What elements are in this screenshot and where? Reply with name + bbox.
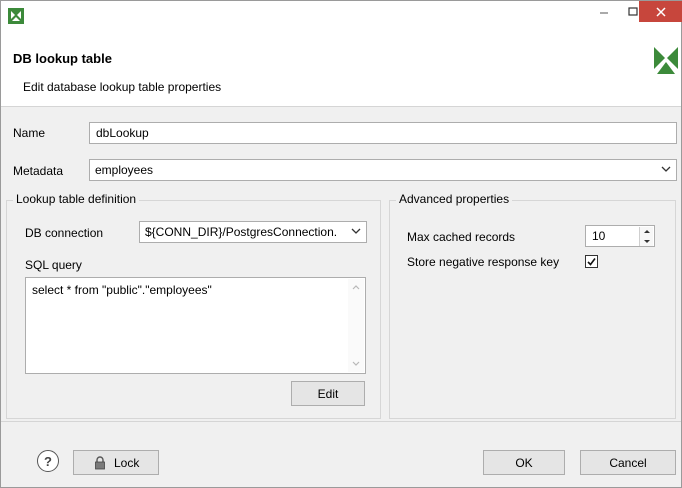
lock-icon bbox=[95, 455, 105, 469]
spinner-arrows[interactable] bbox=[639, 227, 653, 246]
sql-query-textarea[interactable]: select * from "public"."employees" bbox=[25, 277, 366, 374]
advanced-group-title: Advanced properties bbox=[396, 192, 513, 206]
dialog-window: DB lookup table Edit database lookup tab… bbox=[0, 0, 682, 488]
ok-button[interactable]: OK bbox=[483, 450, 565, 475]
help-button[interactable]: ? bbox=[37, 450, 59, 472]
dialog-title: DB lookup table bbox=[13, 51, 112, 66]
sql-query-text: select * from "public"."employees" bbox=[32, 283, 212, 297]
sql-query-label: SQL query bbox=[25, 258, 82, 272]
name-field[interactable]: dbLookup bbox=[89, 122, 677, 144]
db-connection-select[interactable]: ${CONN_DIR}/PostgresConnection. bbox=[139, 221, 367, 243]
db-connection-value: ${CONN_DIR}/PostgresConnection. bbox=[145, 225, 338, 239]
name-label: Name bbox=[13, 126, 46, 140]
edit-button[interactable]: Edit bbox=[291, 381, 365, 406]
spinner-up-icon bbox=[644, 230, 650, 233]
spinner-down-icon bbox=[644, 240, 650, 243]
lock-label: Lock bbox=[114, 455, 140, 470]
cancel-button[interactable]: Cancel bbox=[580, 450, 676, 475]
store-negative-response-key-checkbox[interactable] bbox=[585, 255, 598, 268]
dialog-header: DB lookup table Edit database lookup tab… bbox=[1, 31, 681, 107]
metadata-select[interactable]: employees bbox=[89, 159, 677, 181]
help-icon: ? bbox=[44, 453, 52, 469]
checkmark-icon bbox=[587, 258, 596, 266]
lookup-group-title: Lookup table definition bbox=[13, 192, 140, 206]
footer-separator bbox=[1, 421, 681, 422]
minimize-button[interactable] bbox=[589, 1, 619, 23]
sql-query-scrollbar[interactable] bbox=[348, 279, 364, 372]
scroll-down-icon bbox=[352, 361, 360, 366]
db-connection-label: DB connection bbox=[25, 226, 104, 240]
scroll-up-icon bbox=[352, 285, 360, 290]
max-cached-records-value: 10 bbox=[592, 229, 606, 243]
cloverdx-logo-icon bbox=[654, 47, 678, 74]
metadata-label: Metadata bbox=[13, 164, 64, 178]
title-bar[interactable] bbox=[1, 1, 682, 31]
max-cached-records-spinner[interactable]: 10 bbox=[585, 225, 655, 247]
lock-button[interactable]: Lock bbox=[73, 450, 159, 475]
max-cached-records-label: Max cached records bbox=[407, 230, 516, 244]
close-button[interactable] bbox=[639, 1, 682, 22]
chevron-down-icon bbox=[661, 166, 671, 172]
close-icon bbox=[655, 6, 666, 17]
cloverdx-icon bbox=[8, 8, 24, 24]
store-negative-response-key-label: Store negative response key bbox=[407, 255, 560, 269]
maximize-icon bbox=[628, 7, 638, 16]
metadata-select-value: employees bbox=[95, 163, 154, 177]
dialog-subtitle: Edit database lookup table properties bbox=[23, 80, 222, 94]
minimize-icon bbox=[600, 12, 608, 14]
chevron-down-icon bbox=[351, 228, 361, 234]
